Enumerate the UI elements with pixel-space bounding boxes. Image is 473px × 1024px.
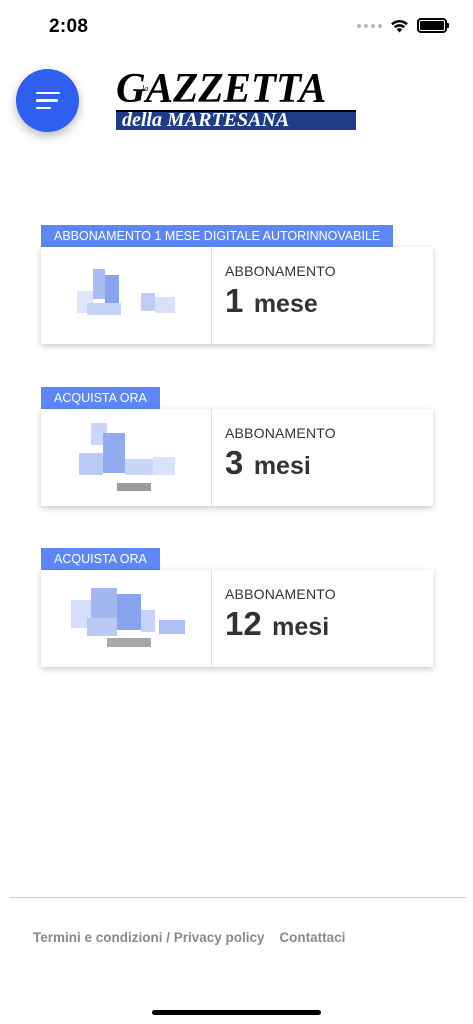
status-icons xyxy=(357,18,449,33)
wifi-icon xyxy=(391,19,408,32)
offer-kicker: ABBONAMENTO xyxy=(225,586,336,602)
footer-links: Termini e condizioni / Privacy policy Co… xyxy=(33,930,345,945)
offer-kicker: ABBONAMENTO xyxy=(225,425,336,441)
terms-privacy-link[interactable]: Termini e condizioni / Privacy policy xyxy=(33,930,265,945)
offer-12-months: ACQUISTA ORA ABBONAMENTO 12 mesi xyxy=(41,548,433,667)
offer-info: ABBONAMENTO 3 mesi xyxy=(212,409,433,506)
offer-kicker: ABBONAMENTO xyxy=(225,263,336,279)
offer-tag[interactable]: ACQUISTA ORA xyxy=(41,387,160,409)
offer-tag[interactable]: ABBONAMENTO 1 MESE DIGITALE AUTORINNOVAB… xyxy=(41,225,394,247)
offer-thumbnail xyxy=(41,247,212,344)
offer-info: ABBONAMENTO 12 mesi xyxy=(212,570,433,667)
offer-info: ABBONAMENTO 1 mese xyxy=(212,247,433,344)
battery-icon xyxy=(417,18,449,33)
offer-tag[interactable]: ACQUISTA ORA xyxy=(41,548,160,570)
offer-card[interactable]: ABBONAMENTO 1 mese xyxy=(41,247,433,344)
logo-prefix: la xyxy=(142,84,149,93)
offer-duration: 12 mesi xyxy=(225,606,433,645)
offer-card[interactable]: ABBONAMENTO 3 mesi xyxy=(41,409,433,506)
offer-number: 1 xyxy=(225,282,244,319)
offer-number: 3 xyxy=(225,444,244,481)
menu-button[interactable] xyxy=(16,69,79,132)
home-indicator[interactable] xyxy=(152,1010,321,1015)
status-time: 2:08 xyxy=(49,16,89,37)
logo-subtitle: della MARTESANA xyxy=(122,109,290,131)
offer-1-month: ABBONAMENTO 1 MESE DIGITALE AUTORINNOVAB… xyxy=(41,225,433,344)
hamburger-menu-icon xyxy=(35,91,60,110)
offer-number: 12 xyxy=(225,605,262,642)
contact-link[interactable]: Contattaci xyxy=(279,930,345,945)
offer-unit: mese xyxy=(253,290,318,318)
offer-card[interactable]: ABBONAMENTO 12 mesi xyxy=(41,570,433,667)
offer-unit: mesi xyxy=(253,452,311,480)
offer-duration: 1 mese xyxy=(225,283,433,322)
status-bar: 2:08 xyxy=(0,0,473,52)
signal-dots-icon xyxy=(357,23,382,28)
offer-duration: 3 mesi xyxy=(225,445,433,484)
offer-thumbnail xyxy=(41,570,212,667)
footer-divider xyxy=(9,897,466,898)
offer-thumbnail xyxy=(41,409,212,506)
gazzetta-logo[interactable]: GAZZETTA la della MARTESANA xyxy=(116,68,356,132)
offer-3-months: ACQUISTA ORA ABBONAMENTO 3 mesi xyxy=(41,387,433,506)
offer-unit: mesi xyxy=(272,613,330,641)
